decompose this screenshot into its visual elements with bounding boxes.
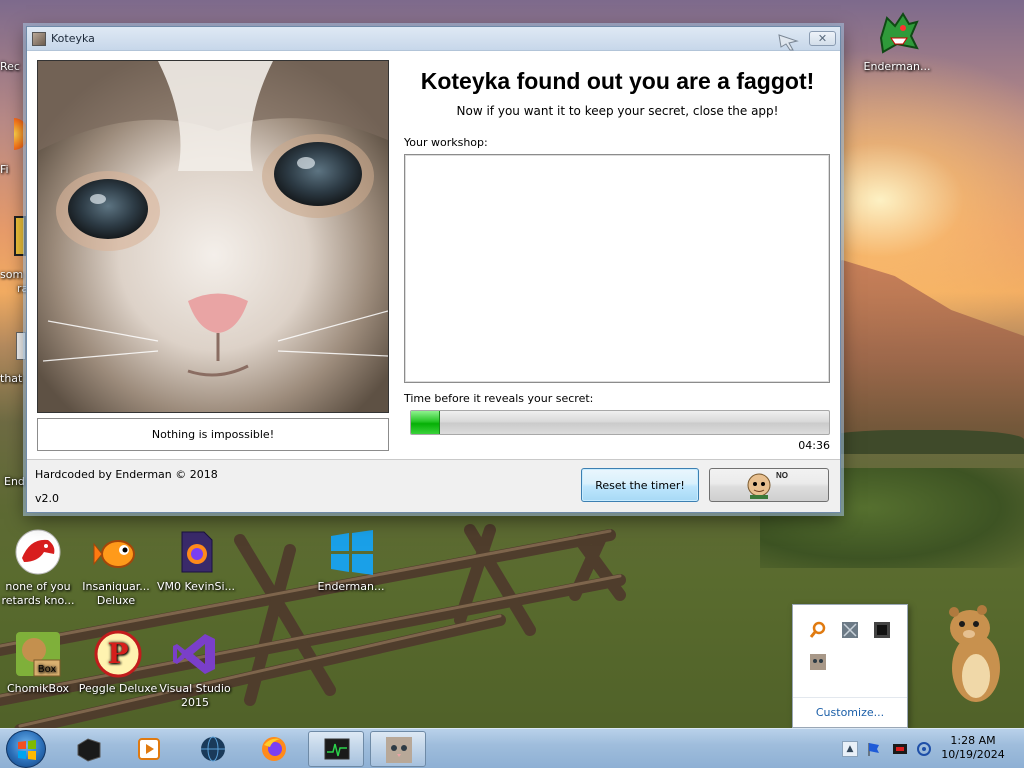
koteyka-window: Koteyka ✕ Nothing is impossible! Koteyka… [26, 26, 841, 513]
taskbar-app-monitor[interactable] [308, 731, 364, 767]
baldi-button[interactable]: NO [709, 468, 829, 502]
green-dragon-icon [873, 8, 921, 56]
window-titlebar[interactable]: Koteyka ✕ [27, 27, 840, 51]
goldfish-icon [92, 528, 140, 576]
media-player-icon [135, 735, 163, 763]
desktop-icon-label: Insaniquar... Deluxe [82, 580, 150, 607]
desktop-icon-chomikbox[interactable]: Box ChomikBox [0, 630, 80, 696]
caption-box: Nothing is impossible! [37, 418, 389, 451]
red-dragon-icon [14, 528, 62, 576]
taskbar-app-globe[interactable] [185, 731, 241, 767]
start-button[interactable] [6, 730, 46, 768]
desktop-icon-vm0[interactable]: VM0 KevinSi... [154, 528, 238, 594]
subline: Now if you want it to keep your secret, … [456, 104, 779, 118]
taskbar-app-firefox[interactable] [246, 731, 302, 767]
countdown-text: 04:36 [798, 439, 830, 452]
desktop-icon-label: none of you retards kno... [1, 580, 75, 607]
edge-icon-label-3[interactable]: som [0, 268, 23, 281]
reset-timer-button[interactable]: Reset the timer! [581, 468, 699, 502]
svg-text:P: P [107, 637, 128, 670]
desktop-icon-peggle[interactable]: P Peggle Deluxe [76, 630, 160, 696]
desktop-icon-label: Visual Studio 2015 [159, 682, 231, 709]
tray-expand-button[interactable]: ▲ [842, 741, 858, 757]
workshop-textarea[interactable] [404, 154, 830, 383]
monitor-icon [323, 736, 351, 764]
network-icon[interactable] [916, 741, 932, 757]
desktop-icon-red-dragon[interactable]: none of you retards kno... [0, 528, 80, 608]
edge-icon-label-6[interactable]: End [4, 475, 25, 488]
hamster-box-icon: Box [14, 630, 62, 678]
cat-photo [37, 60, 389, 413]
red-monitor-icon[interactable] [892, 741, 908, 757]
globe-icon [199, 735, 227, 763]
edge-icon-label-5[interactable]: that [0, 372, 22, 385]
taskbar-app-media-player[interactable] [121, 731, 177, 767]
close-button[interactable]: ✕ [809, 31, 836, 46]
timer-label: Time before it reveals your secret: [404, 392, 594, 405]
windows-flag-icon [18, 740, 36, 760]
desktop-icon-label: VM0 KevinSi... [156, 580, 235, 593]
taskbar-clock[interactable]: 1:28 AM 10/19/2024 [936, 734, 1010, 762]
desktop-icon-enderman-top[interactable]: Enderman... [855, 8, 939, 74]
cursor-arrow-icon [777, 33, 799, 51]
edge-folder-icon[interactable] [14, 216, 26, 256]
edge-document-icon[interactable] [16, 332, 26, 360]
peggle-icon: P [94, 630, 142, 678]
desktop-icon-label: Peggle Deluxe [78, 682, 158, 695]
window-client-area: Nothing is impossible! Koteyka found out… [27, 52, 840, 512]
desktop-icon-enderman-bottom[interactable]: Enderman... [309, 528, 393, 594]
desktop-icon-label: Enderman... [863, 60, 931, 73]
window-title: Koteyka [51, 32, 95, 45]
taskbar-app-koteyka[interactable] [370, 731, 426, 767]
version-text: v2.0 [35, 492, 60, 505]
credit-text: Hardcoded by Enderman © 2018 [35, 468, 218, 481]
cat-photo-icon[interactable] [809, 653, 827, 671]
taskbar: ▲ 1:28 AM 10/19/2024 [0, 728, 1024, 768]
edge-icon-label-1[interactable]: Rec [0, 60, 20, 73]
treeline [820, 430, 1024, 454]
desktop-icon-visual-studio[interactable]: Visual Studio 2015 [153, 630, 237, 710]
edge-icon-label-2[interactable]: Fi [0, 163, 9, 176]
firefox-file-icon [172, 528, 220, 576]
black-square-icon[interactable] [873, 621, 891, 639]
clock-time: 1:28 AM [950, 734, 996, 747]
flag-blue-icon[interactable] [866, 741, 882, 757]
timer-progress-bar [410, 410, 830, 435]
cat-icon [385, 736, 413, 764]
customize-link[interactable]: Customize... [793, 697, 907, 727]
baldi-face-icon [746, 473, 772, 499]
desktop-icon-label: ChomikBox [7, 682, 69, 695]
workshop-label: Your workshop: [404, 136, 488, 149]
visual-studio-icon [171, 630, 219, 678]
clock-date: 10/19/2024 [941, 748, 1005, 761]
desktop-icon-label: Enderman... [317, 580, 385, 593]
tray-overflow-flyout: Customize... [792, 604, 908, 728]
headline: Koteyka found out you are a faggot! [420, 68, 815, 94]
svg-text:Box: Box [38, 664, 57, 675]
baldi-button-label: NO [776, 471, 788, 480]
firefox-icon [260, 735, 288, 763]
taskbar-app-black-cube[interactable] [60, 731, 116, 767]
desktop-icon-insaniquarium[interactable]: Insaniquar... Deluxe [74, 528, 158, 608]
magnifier-icon[interactable] [809, 621, 827, 639]
cat-app-icon [32, 32, 46, 46]
black-cube-icon [74, 735, 102, 763]
timer-progress-fill [411, 411, 441, 434]
hamster-mascot[interactable] [944, 602, 1004, 706]
windows-logo-icon [327, 528, 375, 576]
network-grid-icon[interactable] [841, 621, 859, 639]
